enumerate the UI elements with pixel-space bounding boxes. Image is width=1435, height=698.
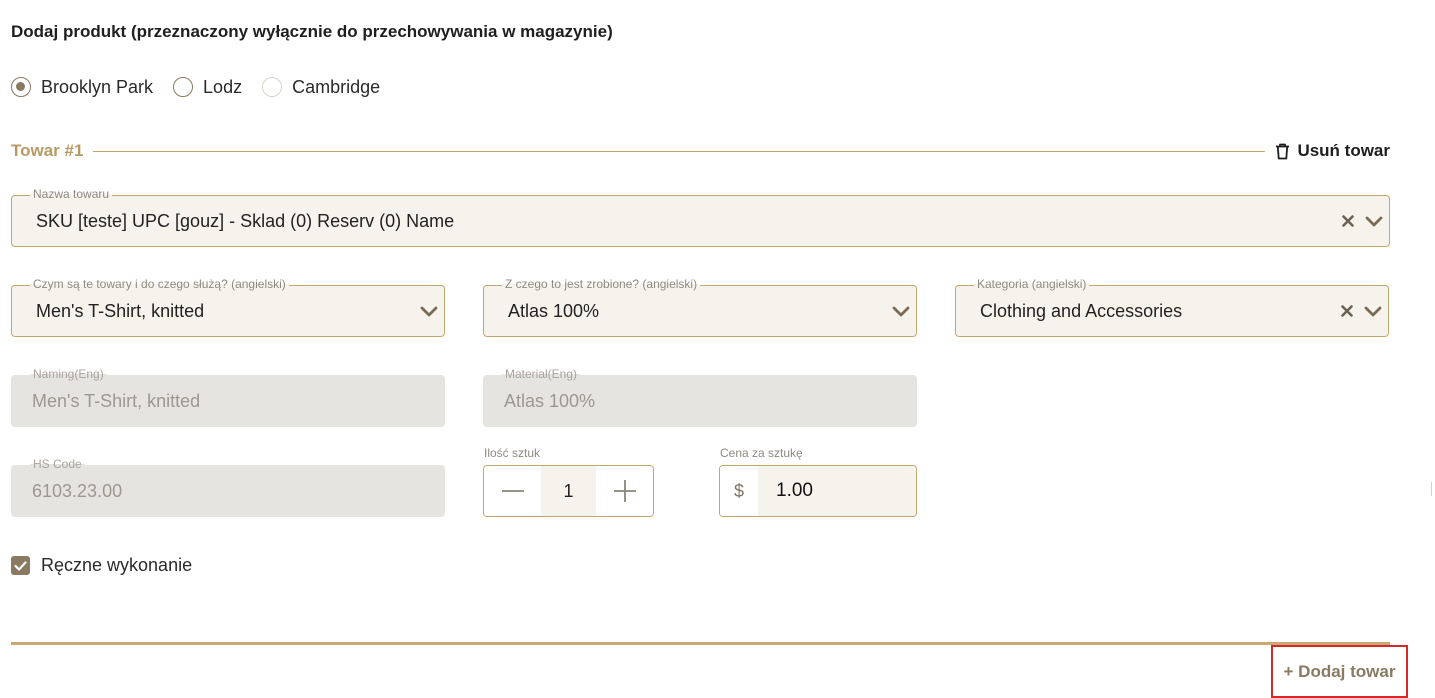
what-are-goods-select[interactable]: Czym są te towary i do czego służą? (ang… — [11, 277, 445, 337]
trash-icon — [1276, 143, 1290, 159]
chevron-down-icon[interactable] — [1361, 208, 1387, 234]
category-select[interactable]: Kategoria (angielski) Clothing and Acces… — [955, 277, 1389, 337]
plus-icon — [613, 480, 636, 502]
warehouse-radio-group: Brooklyn Park Lodz Cambridge — [11, 76, 400, 98]
naming-eng-field: Naming(Eng) Men's T-Shirt, knitted — [11, 367, 445, 427]
naming-eng-value: Men's T-Shirt, knitted — [32, 390, 201, 411]
close-icon[interactable] — [1334, 298, 1360, 324]
radio-unchecked-icon[interactable] — [173, 77, 194, 97]
item-title: Towar #1 — [11, 141, 84, 160]
radio-label: Cambridge — [292, 76, 381, 97]
quantity-stepper: 1 — [483, 465, 654, 517]
chevron-down-icon[interactable] — [416, 298, 442, 324]
add-item-button[interactable]: + Dodaj towar — [1271, 645, 1408, 698]
handmade-label: Ręczne wykonanie — [41, 555, 193, 575]
radio-label: Lodz — [203, 76, 243, 97]
price-input[interactable]: 1.00 — [758, 466, 916, 516]
item-name-value: SKU [teste] UPC [gouz] - Sklad (0) Reser… — [36, 210, 455, 231]
material-eng-value: Atlas 100% — [504, 390, 596, 411]
handmade-checkbox[interactable] — [11, 556, 30, 575]
increment-button[interactable] — [596, 466, 653, 516]
chevron-down-icon[interactable] — [1360, 298, 1386, 324]
item-section-header: Towar #1 Usuń towar — [11, 140, 1390, 162]
close-icon[interactable] — [1335, 208, 1361, 234]
remove-item-button[interactable]: Usuń towar — [1275, 141, 1390, 161]
radio-lodz[interactable]: Lodz — [173, 77, 242, 98]
price-field: $ 1.00 — [719, 465, 917, 517]
radio-brooklyn-park[interactable]: Brooklyn Park — [11, 77, 153, 98]
check-icon — [14, 560, 27, 571]
item-name-select[interactable]: Nazwa towaru SKU [teste] UPC [gouz] - Sk… — [11, 187, 1390, 247]
hs-code-value: 6103.23.00 — [32, 480, 123, 501]
scrollbar-edge — [1431, 482, 1435, 496]
form-title: Dodaj produkt (przeznaczony wyłącznie do… — [11, 22, 613, 41]
minus-icon — [501, 490, 524, 492]
price-label: Cena za sztukę — [720, 446, 803, 460]
material-eng-field: Material(Eng) Atlas 100% — [483, 367, 917, 427]
decrement-button[interactable] — [484, 466, 541, 516]
what-are-goods-value: Men's T-Shirt, knitted — [36, 300, 205, 321]
chevron-down-icon[interactable] — [888, 298, 914, 324]
radio-cambridge[interactable]: Cambridge — [262, 77, 380, 98]
made-of-value: Atlas 100% — [508, 300, 600, 321]
made-of-select[interactable]: Z czego to jest zrobione? (angielski) At… — [483, 277, 917, 337]
radio-checked-icon[interactable] — [11, 77, 31, 97]
handmade-checkbox-row[interactable]: Ręczne wykonanie — [11, 555, 192, 576]
radio-label: Brooklyn Park — [41, 76, 154, 97]
category-value: Clothing and Accessories — [980, 300, 1183, 321]
bottom-divider — [11, 642, 1390, 645]
radio-unchecked-icon[interactable] — [262, 77, 283, 97]
hs-code-field: HS Code 6103.23.00 — [11, 457, 445, 517]
section-divider — [93, 150, 1266, 152]
remove-item-label: Usuń towar — [1297, 141, 1390, 160]
currency-symbol: $ — [720, 466, 758, 516]
quantity-input[interactable]: 1 — [541, 466, 596, 516]
quantity-label: Ilość sztuk — [484, 446, 541, 460]
